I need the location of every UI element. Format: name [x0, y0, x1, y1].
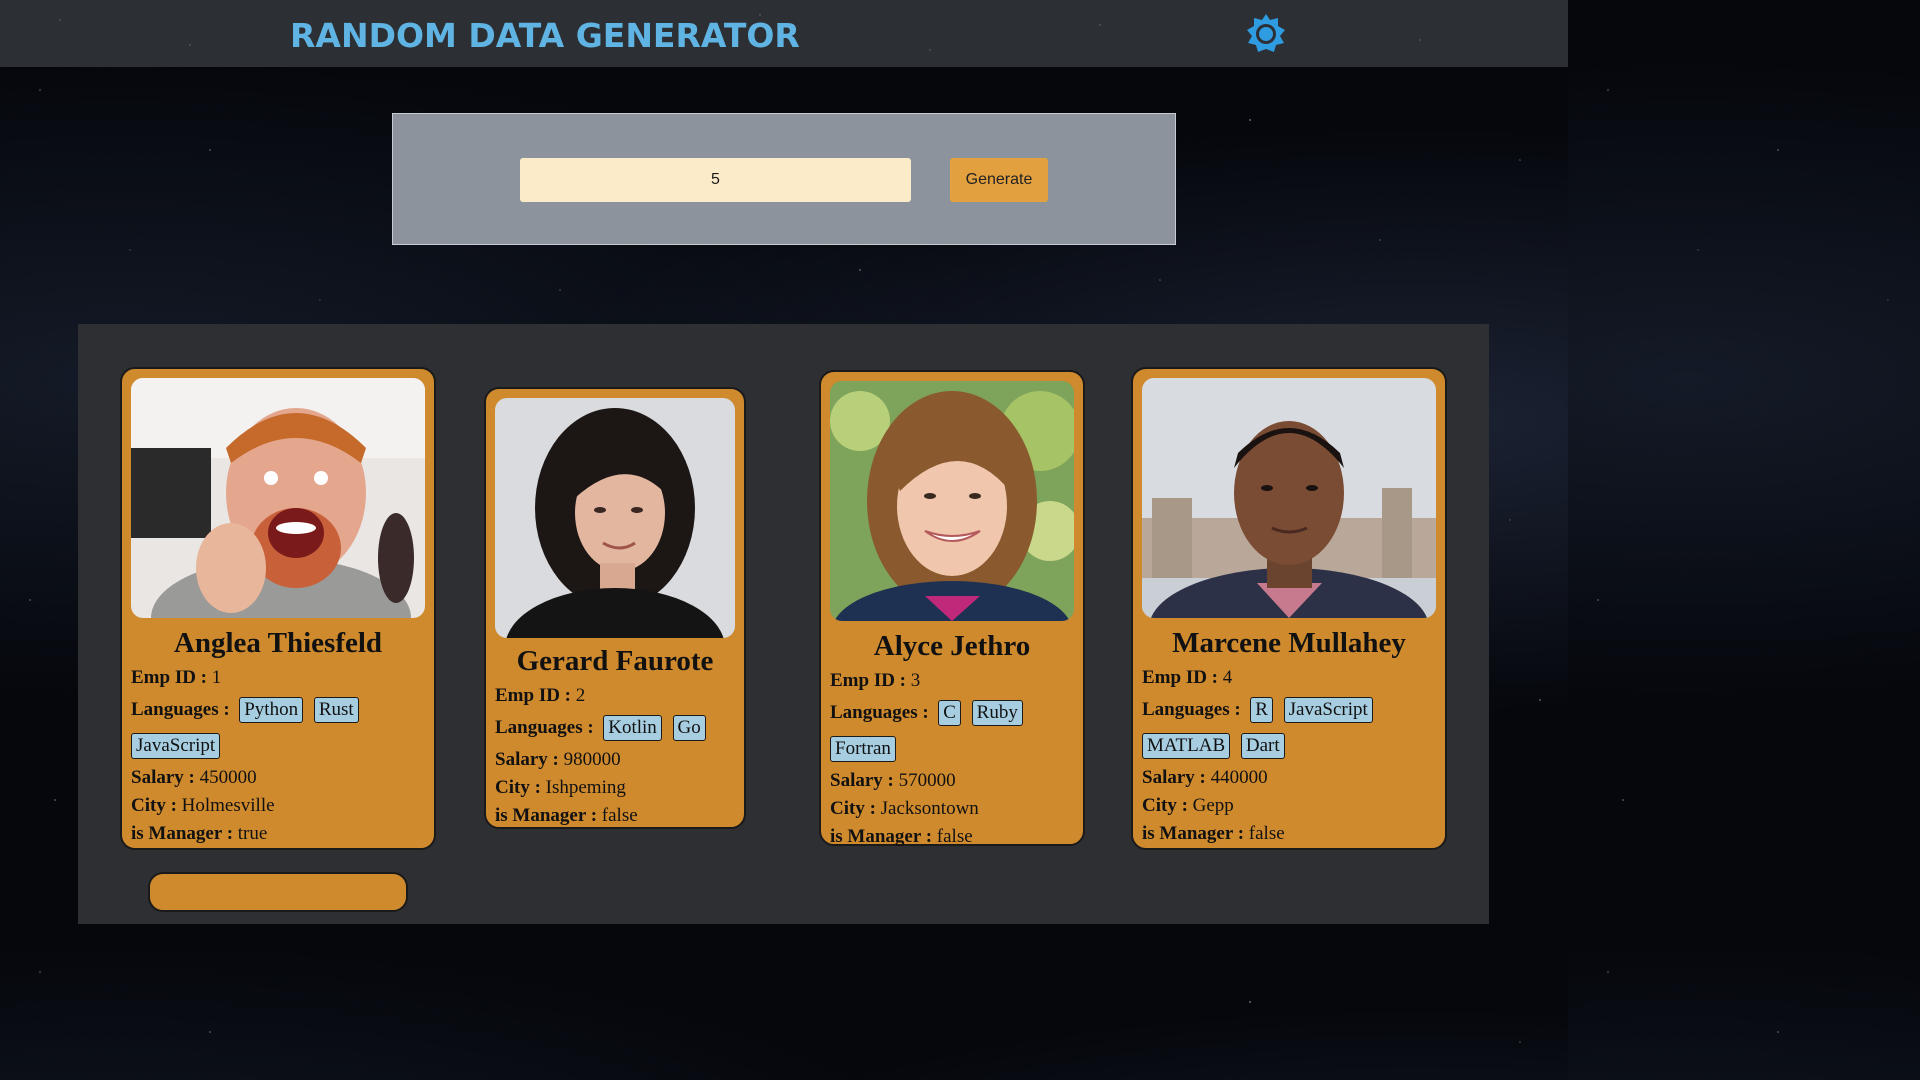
city-value: Gepp — [1192, 795, 1234, 816]
emp-id-value: 3 — [910, 670, 921, 691]
city-row: City : Gepp — [1142, 792, 1436, 820]
salary-label: Salary : — [830, 770, 894, 791]
generator-panel: Generate — [392, 113, 1176, 245]
city-label: City : — [1142, 795, 1188, 816]
salary-value: 570000 — [898, 770, 956, 791]
emp-id-row: Emp ID : 2 — [495, 682, 735, 710]
city-value: Holmesville — [181, 795, 275, 816]
emp-id-row: Emp ID : 1 — [131, 664, 425, 692]
salary-label: Salary : — [1142, 767, 1206, 788]
languages-label: Languages : — [495, 717, 594, 738]
city-label: City : — [495, 777, 541, 798]
is-manager-value: true — [237, 823, 268, 844]
is-manager-label: is Manager : — [495, 805, 598, 826]
employee-name: Gerard Faurote — [516, 645, 714, 677]
city-row: City : Holmesville — [131, 792, 425, 820]
languages-row: Languages : C Ruby Fortran — [830, 695, 1074, 767]
app-header: Random Data Generator — [0, 0, 1568, 67]
is-manager-row: is Manager : false — [1142, 820, 1436, 848]
is-manager-label: is Manager : — [830, 826, 933, 847]
city-row: City : Jacksontown — [830, 795, 1074, 823]
gear-icon — [1247, 14, 1285, 52]
language-tag: C — [938, 700, 961, 726]
salary-row: Salary : 440000 — [1142, 764, 1436, 792]
city-label: City : — [131, 795, 177, 816]
salary-value: 440000 — [1210, 767, 1268, 788]
languages-row: Languages : R JavaScript MATLAB Dart — [1142, 692, 1436, 764]
emp-id-label: Emp ID : — [131, 667, 208, 688]
employee-name: Alyce Jethro — [873, 630, 1031, 662]
city-row: City : Ishpeming — [495, 774, 735, 802]
languages-label: Languages : — [830, 702, 929, 723]
is-manager-value: false — [601, 805, 638, 826]
language-tag: Ruby — [971, 700, 1023, 726]
languages-row: Languages : Python Rust JavaScript — [131, 692, 425, 764]
languages-label: Languages : — [1142, 699, 1241, 720]
is-manager-value: false — [1248, 823, 1285, 844]
emp-id-label: Emp ID : — [830, 670, 907, 691]
language-tag: JavaScript — [1283, 697, 1373, 723]
languages-row: Languages : Kotlin Go — [495, 710, 735, 746]
salary-label: Salary : — [495, 749, 559, 770]
employee-photo — [830, 381, 1074, 621]
count-input[interactable] — [520, 158, 911, 202]
generate-button[interactable]: Generate — [950, 158, 1048, 202]
is-manager-row: is Manager : false — [830, 823, 1074, 851]
employee-photo — [495, 398, 735, 638]
emp-id-value: 1 — [211, 667, 222, 688]
language-tag: Kotlin — [603, 715, 662, 741]
language-tag: Dart — [1240, 733, 1285, 759]
emp-id-label: Emp ID : — [1142, 667, 1219, 688]
is-manager-row: is Manager : true — [131, 820, 425, 848]
language-tag: R — [1250, 697, 1273, 723]
salary-row: Salary : 980000 — [495, 746, 735, 774]
emp-id-label: Emp ID : — [495, 685, 572, 706]
theme-toggle-button[interactable] — [1244, 12, 1288, 56]
city-label: City : — [830, 798, 876, 819]
employee-name: Marcene Mullahey — [1172, 627, 1406, 659]
employee-name: Anglea Thiesfeld — [173, 627, 383, 659]
language-tag: Python — [239, 697, 304, 723]
employee-card: Anglea Thiesfeld Emp ID : 1 Languages : … — [120, 367, 436, 850]
emp-id-value: 4 — [1222, 667, 1233, 688]
language-tag: Go — [672, 715, 706, 741]
city-value: Jacksontown — [880, 798, 979, 819]
emp-id-value: 2 — [575, 685, 586, 706]
salary-row: Salary : 450000 — [131, 764, 425, 792]
employee-photo — [1142, 378, 1436, 618]
employee-card: Alyce Jethro Emp ID : 3 Languages : C Ru… — [819, 370, 1085, 847]
emp-id-row: Emp ID : 3 — [830, 667, 1074, 695]
language-tag: MATLAB — [1142, 733, 1231, 759]
employee-card: Marcene Mullahey Emp ID : 4 Languages : … — [1131, 367, 1447, 850]
is-manager-value: false — [936, 826, 973, 847]
is-manager-label: is Manager : — [131, 823, 234, 844]
salary-row: Salary : 570000 — [830, 767, 1074, 795]
language-tag: Rust — [313, 697, 359, 723]
emp-id-row: Emp ID : 4 — [1142, 664, 1436, 692]
employee-photo — [131, 378, 425, 618]
is-manager-label: is Manager : — [1142, 823, 1245, 844]
employee-card: Gerard Faurote Emp ID : 2 Languages : Ko… — [484, 387, 746, 829]
language-tag: JavaScript — [131, 733, 221, 759]
app-title: Random Data Generator — [290, 16, 800, 55]
is-manager-row: is Manager : false — [495, 802, 735, 830]
salary-value: 980000 — [563, 749, 621, 770]
salary-value: 450000 — [199, 767, 257, 788]
employee-card — [148, 872, 408, 912]
salary-label: Salary : — [131, 767, 195, 788]
languages-label: Languages : — [131, 699, 230, 720]
language-tag: Fortran — [830, 736, 896, 762]
city-value: Ishpeming — [545, 777, 626, 798]
